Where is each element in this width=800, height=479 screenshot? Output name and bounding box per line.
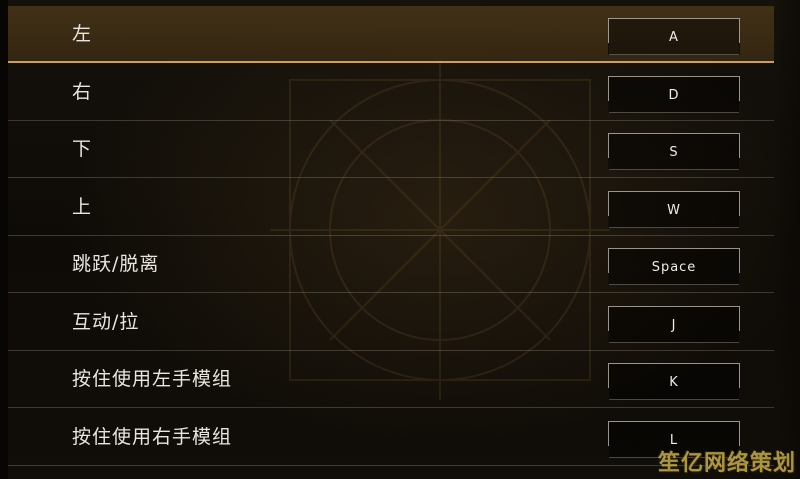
- action-label: 右: [72, 81, 93, 103]
- key-binding-button[interactable]: D: [608, 76, 740, 113]
- keybinding-row-interact[interactable]: 互动/拉 J: [8, 294, 774, 351]
- action-label: 跳跃/脱离: [72, 253, 160, 275]
- action-label: 左: [72, 23, 93, 45]
- action-label: 按住使用左手模组: [72, 368, 233, 390]
- action-label: 互动/拉: [72, 311, 140, 333]
- key-label: J: [671, 318, 677, 333]
- watermark: 笙亿网络策划: [657, 451, 796, 476]
- keybinding-row-left-hand-module[interactable]: 按住使用左手模组 K: [8, 351, 774, 408]
- keybinding-row-jump[interactable]: 跳跃/脱离 Space: [8, 236, 774, 293]
- keybinding-row-up[interactable]: 上 W: [8, 179, 774, 236]
- key-binding-button[interactable]: Space: [608, 248, 740, 285]
- key-binding-button[interactable]: A: [608, 18, 740, 55]
- key-label: W: [667, 203, 681, 218]
- key-binding-button[interactable]: S: [608, 133, 740, 170]
- key-label: A: [669, 30, 679, 45]
- right-edge: [774, 0, 800, 479]
- key-label: D: [668, 88, 680, 103]
- keybinding-screen: 左 A 右 D 下 S 上 W 跳跃/脱离 Space 互动/拉 J 按住使用左…: [0, 0, 800, 479]
- keybinding-list: 左 A 右 D 下 S 上 W 跳跃/脱离 Space 互动/拉 J 按住使用左…: [8, 0, 774, 479]
- key-label: S: [669, 145, 679, 160]
- action-label: 上: [72, 196, 93, 218]
- keybinding-row-left[interactable]: 左 A: [8, 6, 774, 63]
- action-label: 按住使用右手模组: [72, 426, 233, 448]
- action-label: 下: [72, 138, 93, 160]
- key-binding-button[interactable]: K: [608, 363, 740, 400]
- key-label: K: [669, 375, 679, 390]
- keybinding-row-right[interactable]: 右 D: [8, 64, 774, 121]
- key-label: Space: [651, 260, 697, 275]
- key-binding-button[interactable]: W: [608, 191, 740, 228]
- key-binding-button[interactable]: J: [608, 306, 740, 343]
- left-edge: [0, 0, 8, 479]
- keybinding-row-down[interactable]: 下 S: [8, 121, 774, 178]
